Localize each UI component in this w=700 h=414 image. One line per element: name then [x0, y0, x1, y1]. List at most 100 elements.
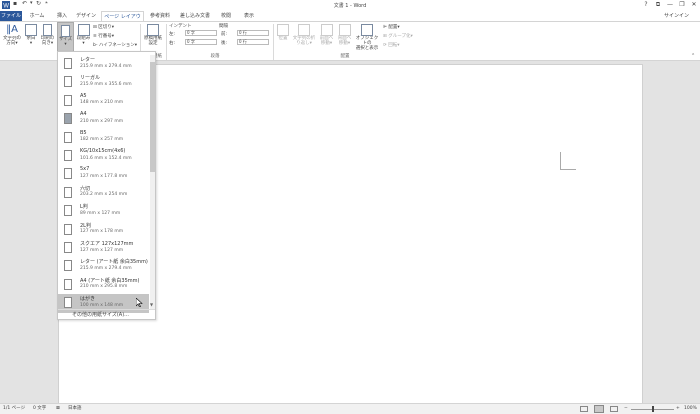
paper-size-item[interactable]: A5 148 mm x 210 mm [58, 92, 149, 111]
text-direction-label-2: 方向▾ [6, 41, 18, 46]
indent-right-label: 右: [169, 41, 176, 46]
paper-size-item[interactable]: B5 182 mm x 257 mm [58, 129, 149, 148]
spacing-after-label: 後: [221, 41, 228, 46]
paper-size-thumbnail-icon [64, 297, 72, 309]
paper-size-name: A4 [80, 111, 87, 118]
paper-size-item[interactable]: 5x7 127 mm x 177.8 mm [58, 165, 149, 184]
tab-mailings[interactable]: 差し込み文書 [177, 11, 213, 21]
divider [273, 24, 274, 60]
indent-left-input[interactable]: 0 字 [185, 30, 217, 36]
group-button[interactable]: ⊞ グループ化▾ [383, 33, 413, 39]
minimize-button[interactable]: — [664, 0, 676, 10]
paper-size-item[interactable]: L判 89 mm x 127 mm [58, 202, 149, 221]
spacing-label: 間隔 [219, 24, 228, 29]
help-button[interactable]: ? [640, 0, 652, 10]
paper-size-item[interactable]: 六切 203.2 mm x 254 mm [58, 184, 149, 203]
spacing-before-input[interactable]: 0 行 [237, 30, 269, 36]
wrap-text-icon [298, 24, 310, 36]
position-icon [277, 24, 289, 36]
tab-file[interactable]: ファイル [0, 11, 22, 21]
margins-button[interactable]: 余白 ▾ [24, 24, 38, 46]
tab-insert[interactable]: 挿入 [52, 11, 72, 21]
paper-size-item[interactable]: A4 (アート紙 余白35mm) 210 mm x 295.8 mm [58, 276, 149, 295]
breaks-button[interactable]: ⊟ 区切り▾ [93, 24, 114, 30]
paper-size-name: スクエア 127x127mm [80, 241, 134, 247]
orientation-label-2: 向き▾ [41, 41, 54, 46]
tab-design[interactable]: デザイン [74, 11, 98, 21]
web-layout-icon[interactable] [610, 406, 618, 412]
rotate-icon: ⟳ [383, 43, 387, 48]
read-mode-icon[interactable] [580, 406, 588, 412]
paper-size-item[interactable]: レター 215.9 mm x 279.4 mm [58, 55, 149, 74]
orientation-button[interactable]: 印刷の 向き▾ [39, 24, 56, 46]
paper-size-thumbnail-icon [64, 113, 72, 125]
paper-size-item[interactable]: A4 210 mm x 297 mm [58, 110, 149, 129]
zoom-level[interactable]: 100% [684, 404, 697, 414]
align-button[interactable]: ⊫ 配置▾ [383, 24, 400, 30]
close-button[interactable]: ✕ [688, 0, 700, 10]
paper-size-thumbnail-icon [64, 242, 72, 253]
indent-left-label: 左: [169, 32, 176, 37]
tab-review[interactable]: 校閲 [217, 11, 235, 21]
scroll-down-icon[interactable]: ▼ [150, 302, 153, 307]
selection-pane-button[interactable]: オブジェクトの 選択と表示 [354, 24, 380, 51]
paper-size-name: はがき [80, 296, 96, 303]
zoom-slider-thumb[interactable] [652, 406, 654, 412]
paper-size-item[interactable]: 2L判 127 mm x 178 mm [58, 221, 149, 240]
manuscript-button[interactable]: 原稿用紙 設定 [143, 24, 163, 46]
spacing-after-input[interactable]: 0 行 [237, 39, 269, 45]
line-numbers-icon: ≡ [93, 34, 97, 39]
more-paper-sizes-item[interactable]: その他の用紙サイズ(A)... [58, 309, 155, 320]
paper-size-dimensions: 148 mm x 210 mm [80, 100, 124, 106]
manuscript-icon [147, 24, 159, 36]
paper-size-item[interactable]: レター (アート紙 余白35mm) 215.9 mm x 279.4 mm [58, 257, 149, 276]
collapse-ribbon-icon[interactable]: ⌃ [691, 53, 695, 59]
language[interactable]: 日本語 [68, 404, 82, 414]
zoom-in-icon[interactable]: + [676, 404, 680, 414]
maximize-button[interactable]: ❐ [676, 0, 688, 10]
paper-size-item[interactable]: スクエア 127x127mm 127 mm x 127 mm [58, 239, 149, 258]
size-arrow: ▾ [64, 42, 67, 47]
hyphenation-icon: b- [93, 43, 98, 48]
indent-right-input[interactable]: 0 字 [185, 39, 217, 45]
size-button[interactable]: サイズ ▾ [57, 22, 74, 53]
ribbon-options-button[interactable]: ⧉ [652, 0, 664, 10]
indent-label: インデント [169, 24, 192, 29]
paper-size-dimensions: 100 mm x 148 mm [80, 302, 124, 308]
rotate-button[interactable]: ⟳ 回転▾ [383, 42, 399, 48]
bring-forward-button[interactable]: 前面へ 移動▾ [318, 24, 335, 46]
hyphenation-label: ハイフネーション▾ [98, 43, 137, 48]
proofing-icon[interactable]: ⊠ [56, 404, 60, 414]
word-count[interactable]: 0 文字 [33, 404, 46, 414]
bring-forward-label-2: 移動▾ [320, 41, 333, 46]
paper-size-thumbnail-icon [64, 150, 72, 161]
tab-references[interactable]: 参考資料 [147, 11, 173, 21]
selection-pane-label-2: 選択と表示 [355, 46, 379, 51]
paper-size-dimensions: 101.6 mm x 152.4 mm [80, 155, 132, 161]
tab-page-layout[interactable]: ページ レイアウト [101, 11, 144, 30]
text-direction-button[interactable]: ‖A 文字列の 方向▾ [1, 24, 23, 46]
paper-size-name: レター (アート紙 余白35mm) [80, 259, 148, 266]
columns-button[interactable]: 段組み ▾ [76, 24, 91, 46]
paper-size-dimensions: 210 mm x 295.8 mm [80, 284, 128, 290]
margins-arrow: ▾ [29, 41, 33, 46]
menu-scrollbar-thumb[interactable] [150, 62, 155, 172]
zoom-out-icon[interactable]: − [624, 404, 628, 414]
tab-home[interactable]: ホーム [26, 11, 48, 21]
paper-size-name: リーガル [80, 75, 101, 82]
paper-size-item[interactable]: KG/10x15cm(4x6) 101.6 mm x 152.4 mm [58, 147, 149, 166]
group-label: グループ化▾ [388, 34, 413, 39]
group-paragraph-label: 段落 [210, 54, 220, 59]
hyphenation-button[interactable]: b- ハイフネーション▾ [93, 42, 137, 48]
signin-link[interactable]: サインイン [664, 11, 689, 21]
tab-view[interactable]: 表示 [239, 11, 259, 21]
position-button[interactable]: 位置 [276, 24, 290, 41]
wrap-text-button[interactable]: 文字列の折 り返し▾ [291, 24, 317, 46]
line-numbers-button[interactable]: ≡ 行番号▾ [93, 33, 114, 39]
page-count[interactable]: 1/1 ページ [3, 404, 25, 414]
paper-size-item[interactable]: リーガル 215.9 mm x 355.6 mm [58, 73, 149, 92]
print-layout-icon[interactable] [594, 405, 604, 413]
paper-size-name: A4 (アート紙 余白35mm) [80, 277, 140, 284]
margins-icon [25, 24, 37, 36]
send-backward-button[interactable]: 背面へ 移動▾ [336, 24, 353, 46]
